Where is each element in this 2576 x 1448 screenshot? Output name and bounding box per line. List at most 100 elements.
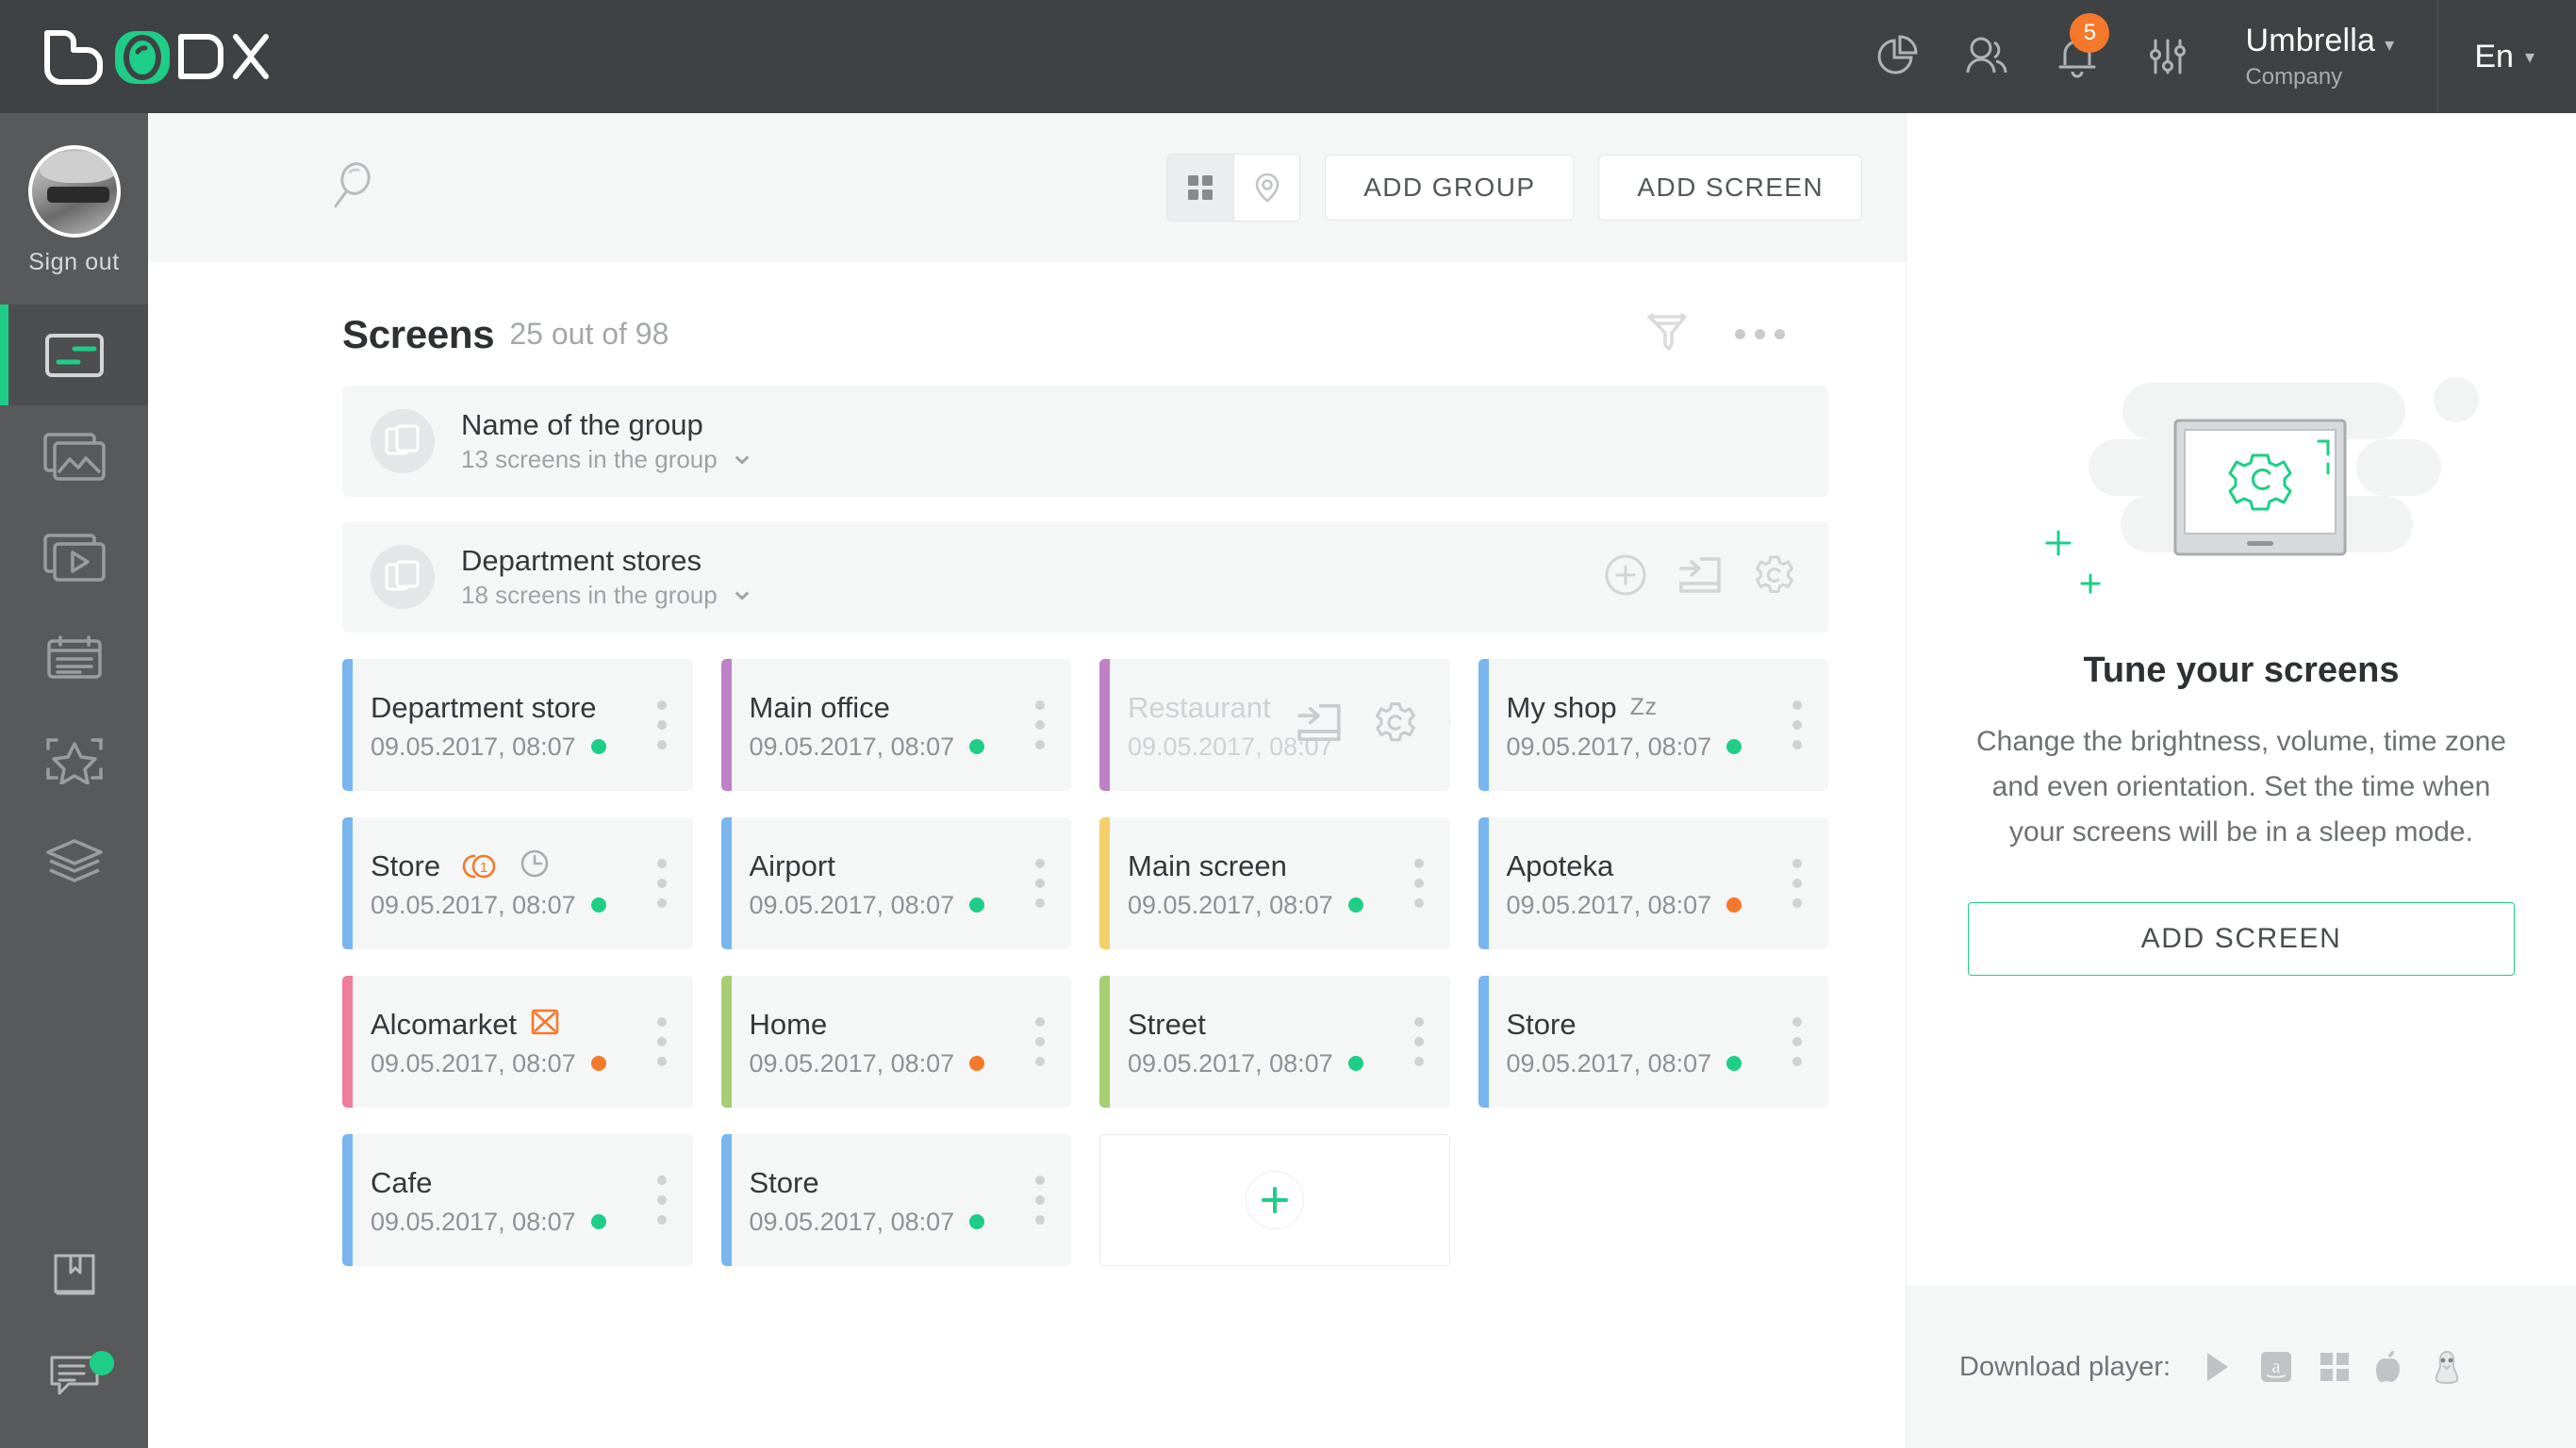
sidebar-item-playlists[interactable] [0, 607, 148, 708]
screen-menu-icon[interactable] [1792, 859, 1802, 908]
right-panel: Tune your screens Change the brightness,… [1906, 113, 2576, 1448]
status-badge [969, 897, 985, 913]
grid-view-button[interactable] [1167, 155, 1234, 221]
screen-menu-icon[interactable] [1413, 1017, 1424, 1066]
screen-title: Store [1506, 1007, 1577, 1041]
screen-menu-icon[interactable] [1792, 1017, 1802, 1066]
app-root: 5 Umbrella ▾ Company En ▾ Sign out ADD G… [0, 0, 2576, 1448]
status-badge [1347, 897, 1363, 913]
screen-date: 09.05.2017, 08:07 [371, 732, 576, 761]
monitor-settings-illustration [1977, 356, 2505, 601]
analytics-pie-icon[interactable] [1851, 0, 1941, 113]
screen-date: 09.05.2017, 08:07 [1128, 890, 1333, 919]
language-switcher[interactable]: En ▾ [2438, 39, 2576, 75]
sign-out-block[interactable]: Sign out [27, 113, 121, 276]
screen-card[interactable]: Apoteka 09.05.2017, 08:07 [1478, 817, 1828, 949]
map-view-button[interactable] [1233, 155, 1300, 221]
page-title: Screens [342, 311, 495, 356]
screen-menu-icon[interactable] [1035, 1017, 1045, 1066]
group-subtitle[interactable]: 13 screens in the group ⌄ [461, 437, 755, 475]
avatar [27, 145, 121, 238]
chevron-down-icon: ▾ [2385, 34, 2395, 56]
screen-card[interactable]: Cafe 09.05.2017, 08:07 [342, 1134, 693, 1266]
group-subtitle[interactable]: 18 screens in the group ⌄ [461, 573, 755, 611]
google-play-icon[interactable] [2203, 1350, 2235, 1384]
right-panel-add-screen-button[interactable]: ADD SCREEN [1968, 902, 2515, 976]
sidebar-item-layers[interactable] [0, 809, 148, 910]
add-group-button[interactable]: ADD GROUP [1325, 155, 1575, 221]
sidebar-item-images[interactable] [0, 405, 148, 506]
screen-menu-icon[interactable] [1035, 859, 1045, 908]
sidebar-item-videos[interactable] [0, 506, 148, 607]
amazon-appstore-icon[interactable]: a [2259, 1350, 2293, 1384]
screen-title: Alcomarket [371, 1007, 518, 1041]
linux-icon[interactable] [2431, 1349, 2463, 1385]
right-panel-title: Tune your screens [2083, 650, 2400, 690]
screen-card[interactable]: Store 09.05.2017, 08:07 [720, 1134, 1071, 1266]
screen-date: 09.05.2017, 08:07 [1506, 890, 1712, 919]
screen-date: 09.05.2017, 08:07 [371, 890, 576, 919]
sidebar-item-support-chat[interactable] [0, 1325, 148, 1425]
look-logo[interactable] [38, 27, 289, 86]
gear-icon[interactable] [1753, 553, 1796, 601]
search-icon[interactable] [329, 161, 376, 215]
chevron-down-icon: ▾ [2524, 46, 2535, 68]
sliders-icon[interactable] [2122, 0, 2213, 113]
push-to-screen-icon[interactable] [1296, 700, 1343, 750]
screen-menu-icon[interactable] [1792, 700, 1802, 749]
screen-menu-icon[interactable] [656, 859, 667, 908]
download-player-label: Download player: [1959, 1351, 2171, 1382]
apple-icon[interactable] [2376, 1349, 2406, 1385]
screen-card[interactable]: Home 09.05.2017, 08:07 [720, 976, 1071, 1108]
screen-menu-icon[interactable] [1413, 859, 1424, 908]
status-badge [590, 739, 606, 754]
status-badge [1726, 1056, 1742, 1071]
page-header-actions [1644, 311, 1819, 357]
screen-card[interactable]: Main office 09.05.2017, 08:07 [720, 659, 1071, 791]
sidebar-item-templates[interactable] [0, 708, 148, 809]
clock-icon [520, 848, 550, 883]
push-to-screen-icon[interactable] [1677, 553, 1723, 601]
screen-menu-icon[interactable] [656, 700, 667, 749]
select-circle-icon[interactable] [1448, 700, 1450, 750]
screen-card[interactable]: Restaurant 09.05.2017, 08:07 [1099, 659, 1450, 791]
screen-card[interactable]: My shop Zz 09.05.2017, 08:07 [1478, 659, 1828, 791]
sidebar-item-screens[interactable] [0, 304, 148, 405]
add-screen-button[interactable]: ADD SCREEN [1598, 155, 1862, 221]
screen-menu-icon[interactable] [656, 1017, 667, 1066]
screen-card[interactable]: Department store 09.05.2017, 08:07 [342, 659, 693, 791]
bell-icon[interactable]: 5 [2032, 0, 2122, 113]
sidebar-item-manual[interactable] [0, 1224, 148, 1325]
gear-icon[interactable] [1373, 700, 1418, 750]
screen-card[interactable]: Alcomarket 09.05.2017, 08:07 [342, 976, 693, 1108]
company-switcher[interactable]: Umbrella ▾ Company [2245, 23, 2437, 91]
filter-icon[interactable] [1644, 311, 1690, 357]
screen-hover-actions [1296, 700, 1450, 750]
add-screen-tile[interactable] [1099, 1134, 1450, 1266]
group-row[interactable]: Department stores 18 screens in the grou… [342, 521, 1828, 633]
screen-card[interactable]: Street 09.05.2017, 08:07 [1099, 976, 1450, 1108]
windows-icon[interactable] [2318, 1350, 2352, 1384]
screen-menu-icon[interactable] [1035, 1176, 1045, 1225]
status-badge [1347, 1056, 1363, 1071]
toolbar-actions: ADD GROUP ADD SCREEN [1166, 154, 1862, 222]
screen-card[interactable]: Store 1 09.05.2017, 08:07 [342, 817, 693, 949]
status-badge [590, 1056, 606, 1071]
screen-date: 09.05.2017, 08:07 [749, 1207, 955, 1236]
screen-date: 09.05.2017, 08:07 [371, 1048, 576, 1078]
sleep-mode-icon: Zz [1629, 694, 1658, 720]
more-icon[interactable] [1735, 329, 1785, 339]
screen-title: My shop [1506, 690, 1617, 724]
left-sidebar: Sign out [0, 113, 148, 1448]
screen-card[interactable]: Store 09.05.2017, 08:07 [1478, 976, 1828, 1108]
group-row[interactable]: Name of the group 13 screens in the grou… [342, 386, 1828, 497]
screen-card[interactable]: Main screen 09.05.2017, 08:07 [1099, 817, 1450, 949]
users-icon[interactable] [1941, 0, 2032, 113]
group-name: Name of the group [461, 408, 703, 441]
group-icon [371, 545, 435, 609]
screen-menu-icon[interactable] [1035, 700, 1045, 749]
add-circle-icon[interactable] [1604, 553, 1647, 601]
screen-card[interactable]: Airport 09.05.2017, 08:07 [720, 817, 1071, 949]
screen-menu-icon[interactable] [656, 1176, 667, 1225]
screen-date: 09.05.2017, 08:07 [749, 732, 955, 761]
